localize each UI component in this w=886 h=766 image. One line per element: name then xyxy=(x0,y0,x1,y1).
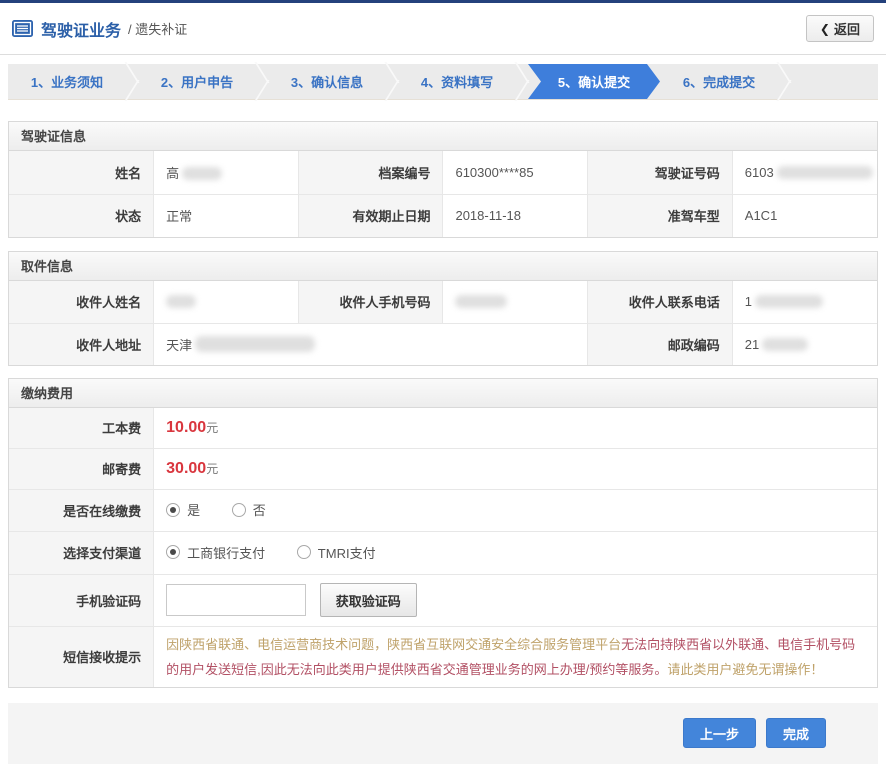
pay-channel-label: 选择支付渠道 xyxy=(9,531,154,574)
pickup-info-section: 取件信息 收件人姓名 收件人手机号码 收件人联系电话 1 收件人地址 天津 邮政… xyxy=(8,251,878,366)
postage-fee-unit: 元 xyxy=(206,462,218,476)
redacted-value xyxy=(182,167,222,180)
recipient-address-label: 收件人地址 xyxy=(9,323,154,365)
step-1-notice[interactable]: 1、业务须知 xyxy=(8,64,126,99)
radio-checked-icon[interactable] xyxy=(166,503,180,517)
step-separator xyxy=(126,64,138,99)
recipient-phone-label: 收件人联系电话 xyxy=(588,281,733,323)
vehicle-class-label: 准驾车型 xyxy=(588,194,733,237)
name-label: 姓名 xyxy=(9,151,154,194)
license-service-icon xyxy=(12,20,33,37)
pickup-info-title: 取件信息 xyxy=(9,252,877,281)
previous-step-button[interactable]: 上一步 xyxy=(683,718,756,748)
expiry-value: 2018-11-18 xyxy=(443,194,588,237)
step-separator xyxy=(386,64,398,99)
license-no-value: 6103 xyxy=(732,151,877,194)
redacted-value xyxy=(195,336,315,352)
postage-fee-value: 30.00元 xyxy=(154,448,877,489)
cost-fee-unit: 元 xyxy=(206,421,218,435)
redacted-value xyxy=(755,295,823,308)
channel-icbc-option[interactable]: 工商银行支付 xyxy=(166,543,265,562)
cost-fee-label: 工本费 xyxy=(9,408,154,448)
postal-code-value: 21 xyxy=(732,323,877,365)
sms-code-input[interactable] xyxy=(166,584,306,616)
step-separator xyxy=(256,64,268,99)
sms-notice-text: 因陕西省联通、电信运营商技术问题，陕西省互联网交通安全综合服务管理平台无法向持陕… xyxy=(154,626,877,687)
table-row: 收件人地址 天津 邮政编码 21 xyxy=(9,323,877,365)
license-no-label: 驾驶证号码 xyxy=(588,151,733,194)
sms-code-cell: 获取验证码 xyxy=(154,574,877,626)
radio-unchecked-icon[interactable] xyxy=(232,503,246,517)
table-row: 邮寄费 30.00元 xyxy=(9,448,877,489)
table-row: 状态 正常 有效期止日期 2018-11-18 准驾车型 A1C1 xyxy=(9,194,877,237)
back-button[interactable]: ❮ 返回 xyxy=(806,15,874,42)
step-6-complete[interactable]: 6、完成提交 xyxy=(660,64,778,99)
redacted-value xyxy=(777,166,873,179)
channel-tmri-option[interactable]: TMRI支付 xyxy=(297,543,376,562)
table-row: 工本费 10.00元 xyxy=(9,408,877,448)
file-no-label: 档案编号 xyxy=(298,151,443,194)
recipient-mobile-value xyxy=(443,281,588,323)
breadcrumb: / 遗失补证 xyxy=(128,19,187,38)
recipient-phone-value: 1 xyxy=(732,281,877,323)
recipient-mobile-label: 收件人手机号码 xyxy=(298,281,443,323)
step-progress-bar: 1、业务须知 2、用户申告 3、确认信息 4、资料填写 5、确认提交 6、完成提… xyxy=(8,64,878,100)
recipient-name-value xyxy=(154,281,299,323)
radio-checked-icon[interactable] xyxy=(166,545,180,559)
expiry-label: 有效期止日期 xyxy=(298,194,443,237)
redacted-value xyxy=(762,338,808,351)
online-pay-yes-option[interactable]: 是 xyxy=(166,500,200,519)
cost-fee-value: 10.00元 xyxy=(154,408,877,448)
sms-code-label: 手机验证码 xyxy=(9,574,154,626)
step-bar-filler xyxy=(790,64,878,99)
table-row: 选择支付渠道 工商银行支付 TMRI支付 xyxy=(9,531,877,574)
finish-button[interactable]: 完成 xyxy=(766,718,826,748)
step-3-confirm-info[interactable]: 3、确认信息 xyxy=(268,64,386,99)
postage-fee-label: 邮寄费 xyxy=(9,448,154,489)
back-button-label: 返回 xyxy=(834,19,860,38)
online-pay-options: 是 否 xyxy=(154,489,877,531)
status-label: 状态 xyxy=(9,194,154,237)
license-info-section: 驾驶证信息 姓名 高 档案编号 610300****85 驾驶证号码 6103 … xyxy=(8,121,878,238)
online-pay-no-option[interactable]: 否 xyxy=(232,500,266,519)
postal-code-label: 邮政编码 xyxy=(588,323,733,365)
payment-title: 缴纳费用 xyxy=(9,379,877,408)
sms-notice-label: 短信接收提示 xyxy=(9,626,154,687)
table-row: 短信接收提示 因陕西省联通、电信运营商技术问题，陕西省互联网交通安全综合服务管理… xyxy=(9,626,877,687)
status-value: 正常 xyxy=(154,194,299,237)
vehicle-class-value: A1C1 xyxy=(732,194,877,237)
get-code-button[interactable]: 获取验证码 xyxy=(320,583,417,617)
table-row: 手机验证码 获取验证码 xyxy=(9,574,877,626)
step-separator xyxy=(778,64,790,99)
notice-part-3: 请此类用户避免无谓操作！ xyxy=(667,662,823,677)
online-pay-label: 是否在线缴费 xyxy=(9,489,154,531)
step-5-confirm-submit[interactable]: 5、确认提交 xyxy=(528,64,660,99)
recipient-name-label: 收件人姓名 xyxy=(9,281,154,323)
table-row: 姓名 高 档案编号 610300****85 驾驶证号码 6103 xyxy=(9,151,877,194)
redacted-value xyxy=(455,295,507,308)
table-row: 是否在线缴费 是 否 xyxy=(9,489,877,531)
payment-section: 缴纳费用 工本费 10.00元 邮寄费 30.00元 是否在线缴费 是 否 选择… xyxy=(8,378,878,688)
back-chevron-icon: ❮ xyxy=(820,22,830,36)
page-title: 驾驶证业务 xyxy=(41,17,121,41)
file-no-value: 610300****85 xyxy=(443,151,588,194)
redacted-value xyxy=(166,295,196,308)
table-row: 收件人姓名 收件人手机号码 收件人联系电话 1 xyxy=(9,281,877,323)
step-2-declaration[interactable]: 2、用户申告 xyxy=(138,64,256,99)
name-value: 高 xyxy=(154,151,299,194)
step-4-fill-data[interactable]: 4、资料填写 xyxy=(398,64,516,99)
license-info-title: 驾驶证信息 xyxy=(9,122,877,151)
cost-fee-amount: 10.00 xyxy=(166,419,206,436)
page-header: 驾驶证业务 / 遗失补证 ❮ 返回 xyxy=(0,3,886,55)
recipient-address-value: 天津 xyxy=(154,323,588,365)
notice-part-1: 因陕西省联通、电信运营商技术问题，陕西省互联网交通安全综合服务管理平台 xyxy=(166,637,621,652)
radio-unchecked-icon[interactable] xyxy=(297,545,311,559)
step-separator xyxy=(516,64,528,99)
footer-action-bar: 上一步 完成 xyxy=(8,703,878,764)
postage-fee-amount: 30.00 xyxy=(166,460,206,477)
pay-channel-options: 工商银行支付 TMRI支付 xyxy=(154,531,877,574)
